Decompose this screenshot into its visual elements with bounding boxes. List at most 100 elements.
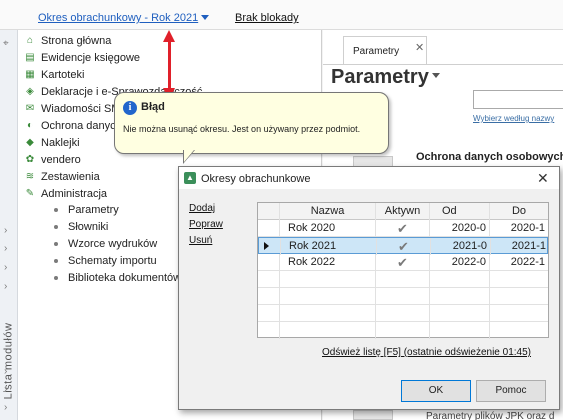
sidebar-item-label: Zestawienia [41, 170, 100, 183]
table-row-empty [258, 271, 548, 288]
current-row-icon [264, 242, 269, 250]
section-title[interactable]: Parametry plików JPK oraz d [426, 411, 554, 420]
column-header-name[interactable]: Nazwa [280, 203, 376, 220]
home-icon: ⌂ [26, 35, 34, 46]
tooltip-tail [184, 150, 194, 162]
tooltip-message: Nie można usunąć okresu. Jest on używany… [123, 124, 361, 134]
sidebar-item-records[interactable]: ▦ Kartoteki [24, 66, 84, 83]
error-tooltip: i Błąd Nie można usunąć okresu. Jest on … [114, 92, 389, 154]
dialog-titlebar[interactable]: ▲ Okresy obrachunkowe ✕ [179, 167, 559, 189]
period-name-cell: Rok 2022 [280, 254, 376, 271]
checkmark-icon: ✔ [397, 221, 408, 236]
chevron-right-icon: › [4, 402, 8, 413]
active-cell[interactable]: ✔ [376, 220, 430, 237]
accounting-periods-dialog: ▲ Okresy obrachunkowe ✕ Dodaj Popraw Usu… [178, 166, 560, 410]
sidebar-item-administration[interactable]: ✎ Administracja [24, 185, 107, 202]
bullet-icon [54, 241, 58, 246]
shield-icon: ◐ [26, 120, 34, 131]
to-date-cell: 2021-1 [511, 240, 546, 252]
sidebar-subitem-document-library[interactable]: Biblioteka dokumentów [54, 269, 181, 286]
module-list-rail[interactable]: ⌖ › › › › Lista modułów › › › [0, 30, 18, 420]
column-header-active[interactable]: Aktywn [376, 203, 430, 220]
bullet-icon [54, 224, 58, 229]
chevron-right-icon: › [4, 366, 8, 377]
periods-table: Nazwa Aktywn Od Do Rok 2020 ✔ 2020-0 202… [257, 202, 549, 339]
sidebar-subitem-dictionaries[interactable]: Słowniki [54, 218, 108, 235]
sidebar-subitem-print-templates[interactable]: Wzorce wydruków [54, 235, 157, 252]
column-header-from[interactable]: Od [430, 203, 490, 220]
double-arrow-annotation-icon [163, 30, 175, 100]
sidebar-item-sms[interactable]: ✉ Wiadomości SMS [24, 100, 128, 117]
lock-status-link[interactable]: Brak blokady [235, 12, 299, 24]
ok-button[interactable]: OK [401, 380, 471, 402]
sidebar-subitem-parameters[interactable]: Parametry [54, 201, 119, 218]
add-button[interactable]: Dodaj [189, 203, 215, 214]
sidebar-item-stickers[interactable]: ◆ Naklejki [24, 134, 79, 151]
sms-icon: ✉ [25, 103, 35, 114]
table-row-empty [258, 288, 548, 305]
ledger-icon: ▤ [25, 52, 35, 63]
from-date-cell: 2022-0 [430, 254, 490, 271]
bullet-icon [54, 207, 58, 212]
delete-button[interactable]: Usuń [189, 235, 212, 246]
dialog-title: Okresy obrachunkowe [201, 173, 311, 185]
table-row[interactable]: Rok 2022 ✔ 2022-0 2022-1 [258, 254, 548, 271]
table-row[interactable]: Rok 2020 ✔ 2020-0 2020-1 [258, 220, 548, 237]
chevron-right-icon: › [4, 225, 8, 236]
sidebar-item-ledgers[interactable]: ▤ Ewidencje księgowe [24, 49, 140, 66]
table-header: Nazwa Aktywn Od Do [258, 203, 548, 220]
active-cell[interactable]: ✔ [376, 254, 430, 271]
section-title[interactable]: Ochrona danych osobowych [416, 151, 563, 163]
tab-strip-divider [323, 64, 563, 65]
sidebar-subitem-label: Parametry [68, 203, 119, 216]
table-row-empty [258, 322, 548, 339]
chevron-right-icon: › [4, 384, 8, 395]
sidebar-item-label: Administracja [41, 187, 108, 200]
tab-label: Parametry [353, 46, 400, 57]
close-icon[interactable]: ✕ [415, 41, 424, 54]
checkmark-icon: ✔ [398, 239, 409, 254]
page-title[interactable]: Parametry [331, 66, 440, 89]
search-by-name-link[interactable]: Wybierz według nazwy [473, 114, 554, 123]
page-title-label: Parametry [331, 66, 429, 88]
column-header-to[interactable]: Do [490, 203, 548, 220]
caret-down-icon [431, 73, 440, 78]
sidebar-item-label: vendero [41, 153, 81, 166]
tab-parameters[interactable]: Parametry ✕ [343, 36, 427, 64]
search-input[interactable] [473, 90, 563, 109]
active-cell[interactable]: ✔ [377, 238, 431, 255]
sidebar-subitem-label: Biblioteka dokumentów [68, 271, 182, 284]
close-icon[interactable]: ✕ [537, 170, 549, 187]
cards-icon: ▦ [25, 69, 35, 80]
row-indicator [258, 254, 280, 271]
sidebar-item-label: Strona główna [41, 34, 112, 47]
period-name-cell: Rok 2021 [281, 238, 377, 255]
bullet-icon [54, 258, 58, 263]
arrow-shaft [168, 40, 171, 90]
tooltip-title: Błąd [141, 101, 165, 113]
sidebar-item-vendero[interactable]: ✿ vendero [24, 151, 81, 168]
pin-icon[interactable]: ⌖ [3, 38, 9, 49]
row-indicator-header [258, 203, 280, 220]
table-row-selected[interactable]: Rok 2021 ✔ 2021-0 2021-1 [258, 237, 548, 255]
sidebar-item-home[interactable]: ⌂ Strona główna [24, 32, 111, 49]
chevron-right-icon: › [4, 243, 8, 254]
from-date-cell: 2020-0 [430, 220, 490, 237]
accounting-period-link[interactable]: Okres obrachunkowy - Rok 2021 [38, 12, 210, 24]
help-button[interactable]: Pomoc [476, 380, 546, 402]
to-date-cell: 2020-1 [510, 222, 545, 234]
vendero-icon: ✿ [25, 154, 35, 165]
sidebar-item-data-protection[interactable]: ◐ Ochrona danych [24, 117, 122, 134]
sidebar-subitem-label: Schematy importu [68, 254, 157, 267]
to-date-cell: 2022-1 [510, 256, 545, 268]
app-icon: ▲ [184, 172, 196, 184]
row-indicator [259, 238, 281, 255]
sidebar-item-reports[interactable]: ≋ Zestawienia [24, 168, 100, 185]
sidebar-subitem-import-schemas[interactable]: Schematy importu [54, 252, 157, 269]
chevron-right-icon: › [4, 262, 8, 273]
refresh-list-link[interactable]: Odśwież listę [F5] (ostatnie odświeżenie… [322, 347, 531, 358]
from-date-cell: 2021-0 [431, 238, 491, 255]
admin-icon: ✎ [25, 188, 35, 199]
sidebar-item-label: Kartoteki [41, 68, 85, 81]
edit-button[interactable]: Popraw [189, 219, 223, 230]
